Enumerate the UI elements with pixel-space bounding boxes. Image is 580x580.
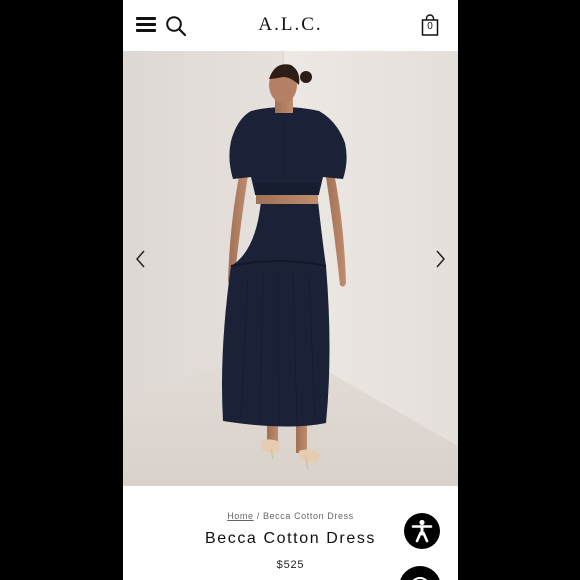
product-image-gallery[interactable] [123, 51, 458, 486]
breadcrumb-current: Becca Cotton Dress [262, 511, 354, 521]
chevron-left-icon[interactable] [133, 247, 149, 271]
shopping-bag-icon[interactable]: 0 [421, 14, 439, 36]
cart-count: 0 [427, 21, 433, 32]
breadcrumb-separator: / [256, 511, 260, 521]
accessibility-icon[interactable] [404, 513, 440, 549]
chevron-right-icon[interactable] [432, 247, 448, 271]
chat-icon[interactable] [399, 566, 441, 580]
site-header: A.L.C. 0 [123, 0, 458, 51]
product-photo [123, 51, 458, 486]
product-info: Home / Becca Cotton Dress Becca Cotton D… [123, 486, 458, 580]
mobile-page: A.L.C. 0 Home / Becca Cotton Dress Becca… [123, 0, 458, 580]
brand-logo[interactable]: A.L.C. [123, 14, 458, 36]
breadcrumb-home-link[interactable]: Home [227, 511, 253, 521]
